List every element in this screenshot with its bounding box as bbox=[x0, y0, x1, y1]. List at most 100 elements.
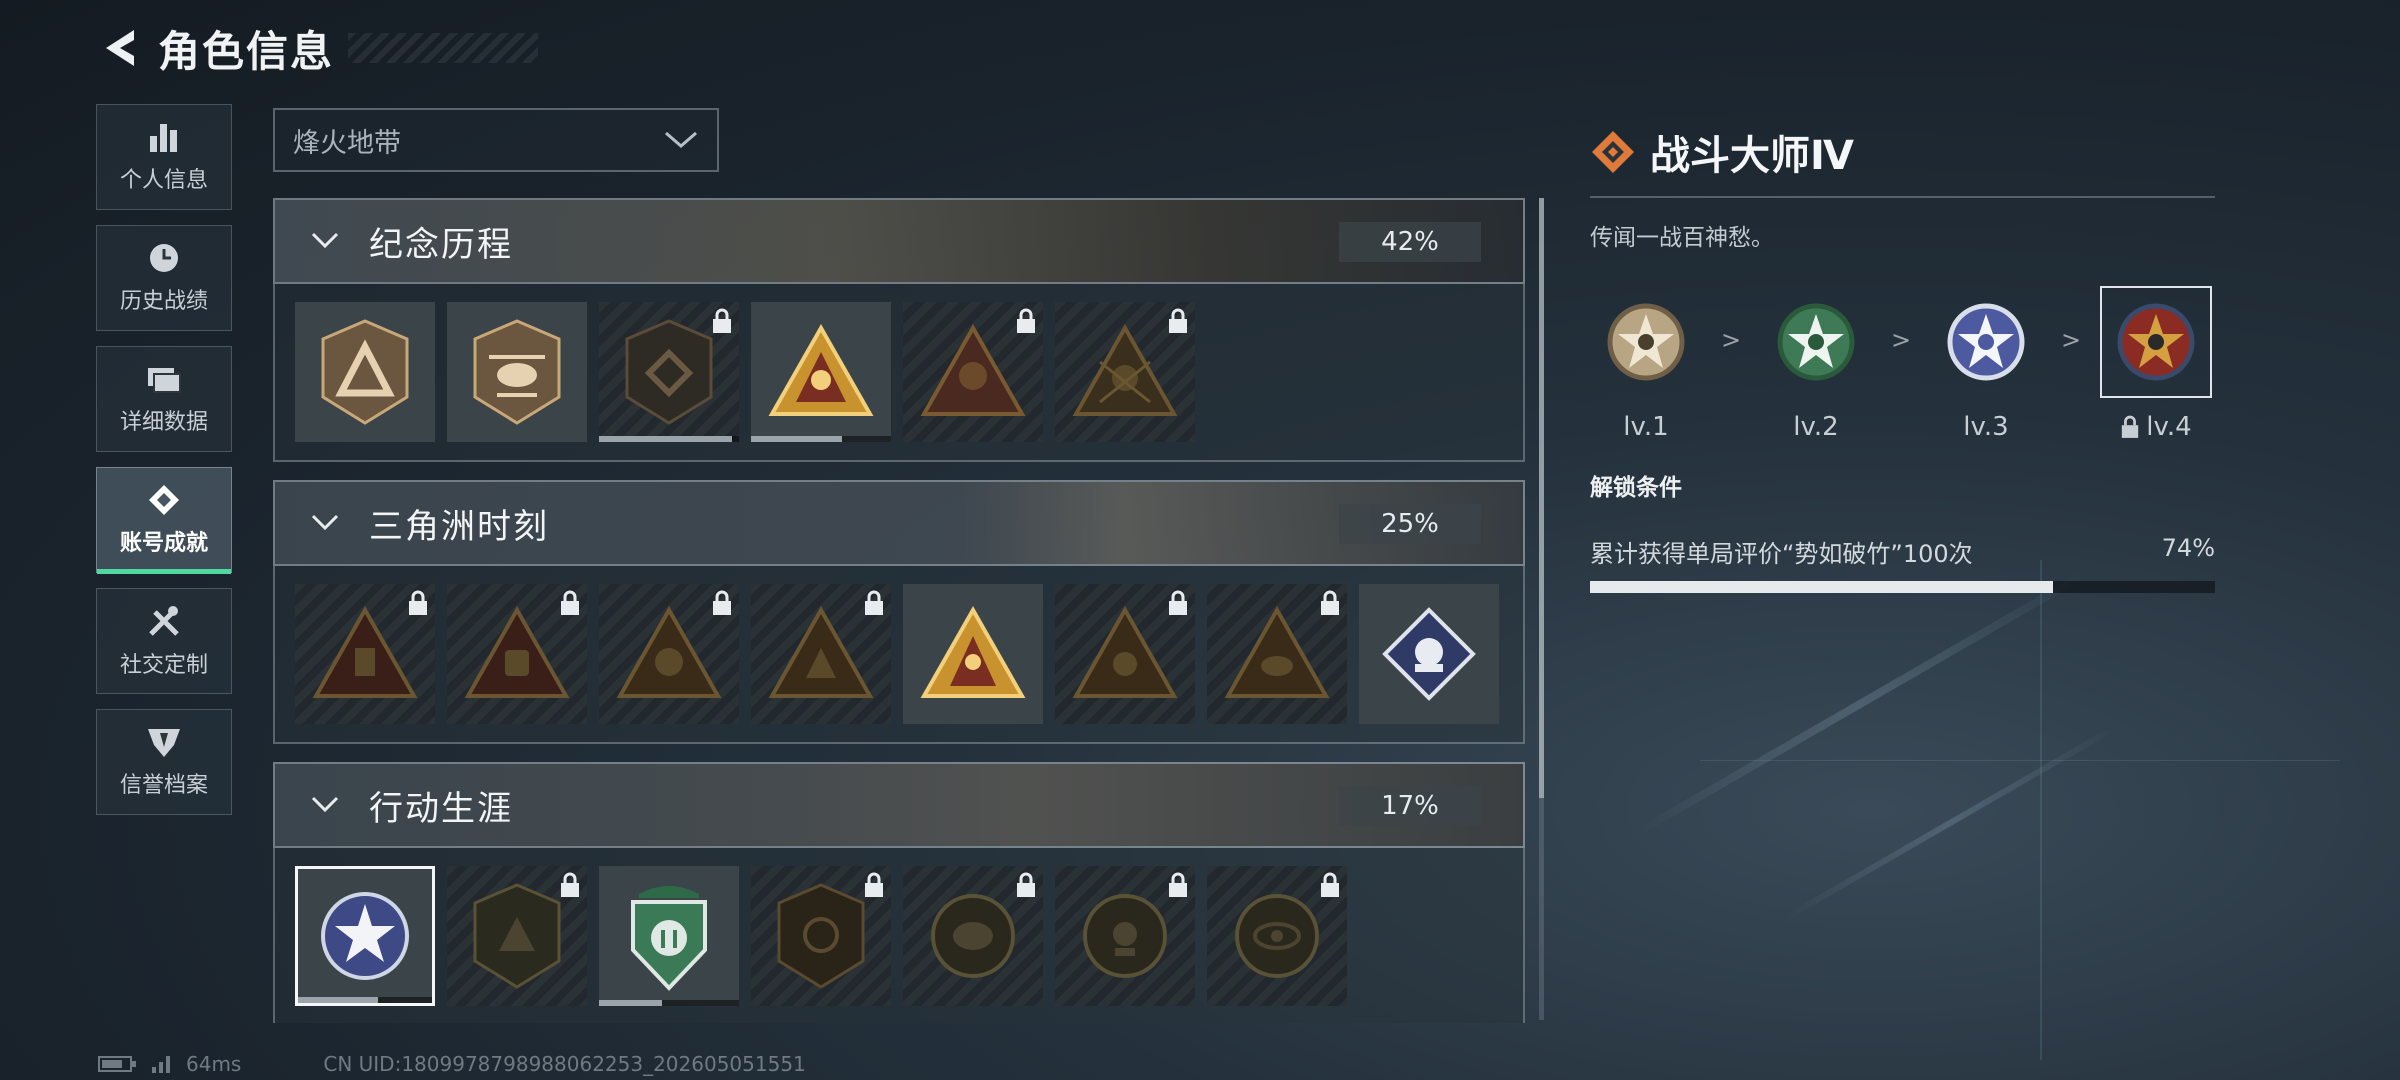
badge-item[interactable] bbox=[903, 866, 1043, 1006]
badge-item[interactable] bbox=[599, 866, 739, 1006]
triangle-badge-icon bbox=[616, 605, 722, 698]
lock-icon bbox=[713, 308, 731, 333]
section-header[interactable]: 行动生涯 17% bbox=[273, 762, 1525, 848]
level-progression: lv.1 > lv.2 > lv.3 > lv.4 bbox=[1590, 286, 2215, 442]
badge-item[interactable] bbox=[751, 866, 891, 1006]
badge-progress-bar bbox=[599, 1000, 739, 1006]
triangle-badge-icon bbox=[312, 605, 418, 698]
badge-grid bbox=[273, 848, 1525, 1023]
scrollbar-thumb[interactable] bbox=[1539, 198, 1544, 798]
mode-select[interactable]: 烽火地带 bbox=[273, 108, 719, 172]
lock-icon bbox=[1169, 590, 1187, 615]
lock-icon bbox=[561, 590, 579, 615]
badge-item[interactable] bbox=[903, 584, 1043, 724]
level-label: lv.3 bbox=[1963, 412, 2009, 442]
badge-progress-bar bbox=[751, 436, 891, 442]
helicopter-badge-icon bbox=[473, 319, 561, 425]
ping-value: 64ms bbox=[186, 1052, 242, 1076]
clock-icon bbox=[150, 244, 178, 272]
page-header: 角色信息 bbox=[96, 18, 539, 78]
shield-badge-icon bbox=[473, 883, 561, 989]
unlock-progress-fill bbox=[1590, 581, 2053, 593]
sidebar-item-social[interactable]: 社交定制 bbox=[96, 588, 232, 694]
background-grid-line bbox=[2040, 560, 2042, 1060]
user-uid: CN UID:1809978798988062253_202605051551 bbox=[323, 1052, 806, 1076]
level-arrow: > bbox=[1890, 326, 1912, 354]
sidebar-item-profile[interactable]: 个人信息 bbox=[96, 104, 232, 210]
badge-progress-bar bbox=[298, 997, 432, 1003]
folders-icon bbox=[148, 368, 181, 393]
portrait-triangle-badge-icon bbox=[920, 323, 1026, 416]
triangle-badge-icon bbox=[768, 605, 874, 698]
achievement-section: 三角洲时刻 25% bbox=[273, 480, 1525, 744]
achievement-section: 行动生涯 17% bbox=[273, 762, 1525, 1023]
section-header[interactable]: 三角洲时刻 25% bbox=[273, 480, 1525, 566]
section-percent: 25% bbox=[1339, 504, 1481, 544]
badge-item-selected[interactable] bbox=[295, 866, 435, 1006]
badge-item[interactable] bbox=[1055, 302, 1195, 442]
level-item-selected[interactable]: lv.4 bbox=[2100, 286, 2212, 442]
section-title: 三角洲时刻 bbox=[369, 506, 549, 547]
star-medal-bronze-icon bbox=[1607, 303, 1685, 381]
background-light-streak bbox=[1783, 725, 2117, 921]
shield-icon bbox=[148, 729, 180, 757]
shield-badge-icon bbox=[777, 883, 865, 989]
status-footer: 64ms CN UID:1809978798988062253_20260505… bbox=[98, 1052, 806, 1076]
badge-item[interactable] bbox=[1207, 584, 1347, 724]
sidebar-item-achievements[interactable]: 账号成就 bbox=[96, 467, 232, 574]
badge-item[interactable] bbox=[599, 584, 739, 724]
back-arrow-icon bbox=[106, 30, 134, 66]
badge-grid bbox=[273, 284, 1525, 462]
green-shield-badge-icon bbox=[631, 886, 707, 991]
tools-icon bbox=[149, 606, 179, 636]
badge-item[interactable] bbox=[1207, 866, 1347, 1006]
sidebar-item-reputation[interactable]: 信誉档案 bbox=[96, 709, 232, 815]
badge-item[interactable] bbox=[447, 584, 587, 724]
lock-icon bbox=[713, 590, 731, 615]
achievement-title: 战斗大师Ⅳ bbox=[1650, 133, 1854, 179]
background-grid-line bbox=[1700, 760, 2340, 761]
triangle-badge-icon bbox=[464, 605, 570, 698]
sidebar-item-label: 账号成就 bbox=[119, 531, 208, 556]
badge-item[interactable] bbox=[599, 302, 739, 442]
badge-item[interactable] bbox=[447, 866, 587, 1006]
badge-item[interactable] bbox=[903, 302, 1043, 442]
diamond-flower-badge-icon bbox=[1382, 607, 1476, 701]
divider bbox=[1590, 196, 2215, 198]
level-item[interactable]: lv.3 bbox=[1930, 286, 2042, 442]
gold-squad-triangle-badge-icon bbox=[920, 605, 1026, 698]
badge-item[interactable] bbox=[751, 584, 891, 724]
achievement-description: 传闻一战百神愁。 bbox=[1590, 225, 1774, 251]
badge-item[interactable] bbox=[1359, 584, 1499, 724]
round-badge-icon bbox=[931, 894, 1015, 978]
lock-icon bbox=[1321, 872, 1339, 897]
section-percent: 42% bbox=[1339, 222, 1481, 262]
list-scrollbar[interactable] bbox=[1539, 198, 1544, 1020]
star-medal-badge-icon bbox=[321, 892, 409, 980]
level-item[interactable]: lv.2 bbox=[1760, 286, 1872, 442]
lock-icon bbox=[1017, 308, 1035, 333]
sidebar-item-details[interactable]: 详细数据 bbox=[96, 346, 232, 452]
unlock-condition-text: 累计获得单局评价“势如破竹”100次 bbox=[1590, 540, 1973, 568]
sidebar-item-history[interactable]: 历史战绩 bbox=[96, 225, 232, 331]
section-header[interactable]: 纪念历程 42% bbox=[273, 198, 1525, 284]
battery-icon bbox=[98, 1056, 136, 1072]
section-title: 纪念历程 bbox=[369, 224, 513, 265]
section-percent: 17% bbox=[1339, 786, 1481, 826]
badge-item[interactable] bbox=[1055, 866, 1195, 1006]
sidebar: 个人信息 历史战绩 详细数据 账号成就 社交定制 信誉档案 bbox=[96, 104, 234, 830]
sidebar-item-label: 个人信息 bbox=[119, 168, 208, 193]
badge-grid bbox=[273, 566, 1525, 744]
back-button[interactable] bbox=[96, 24, 144, 72]
chevron-down-icon bbox=[311, 796, 339, 813]
achievement-list: 纪念历程 42% 三角洲时刻 25% 行动生涯 17% bbox=[273, 198, 1525, 1023]
level-item[interactable]: lv.1 bbox=[1590, 286, 1702, 442]
badge-item[interactable] bbox=[295, 584, 435, 724]
badge-item[interactable] bbox=[447, 302, 587, 442]
badge-item[interactable] bbox=[1055, 584, 1195, 724]
chevron-down-icon bbox=[311, 514, 339, 531]
triangle-shield-badge-icon bbox=[321, 319, 409, 425]
lock-icon bbox=[2122, 415, 2139, 438]
badge-item[interactable] bbox=[295, 302, 435, 442]
badge-item[interactable] bbox=[751, 302, 891, 442]
